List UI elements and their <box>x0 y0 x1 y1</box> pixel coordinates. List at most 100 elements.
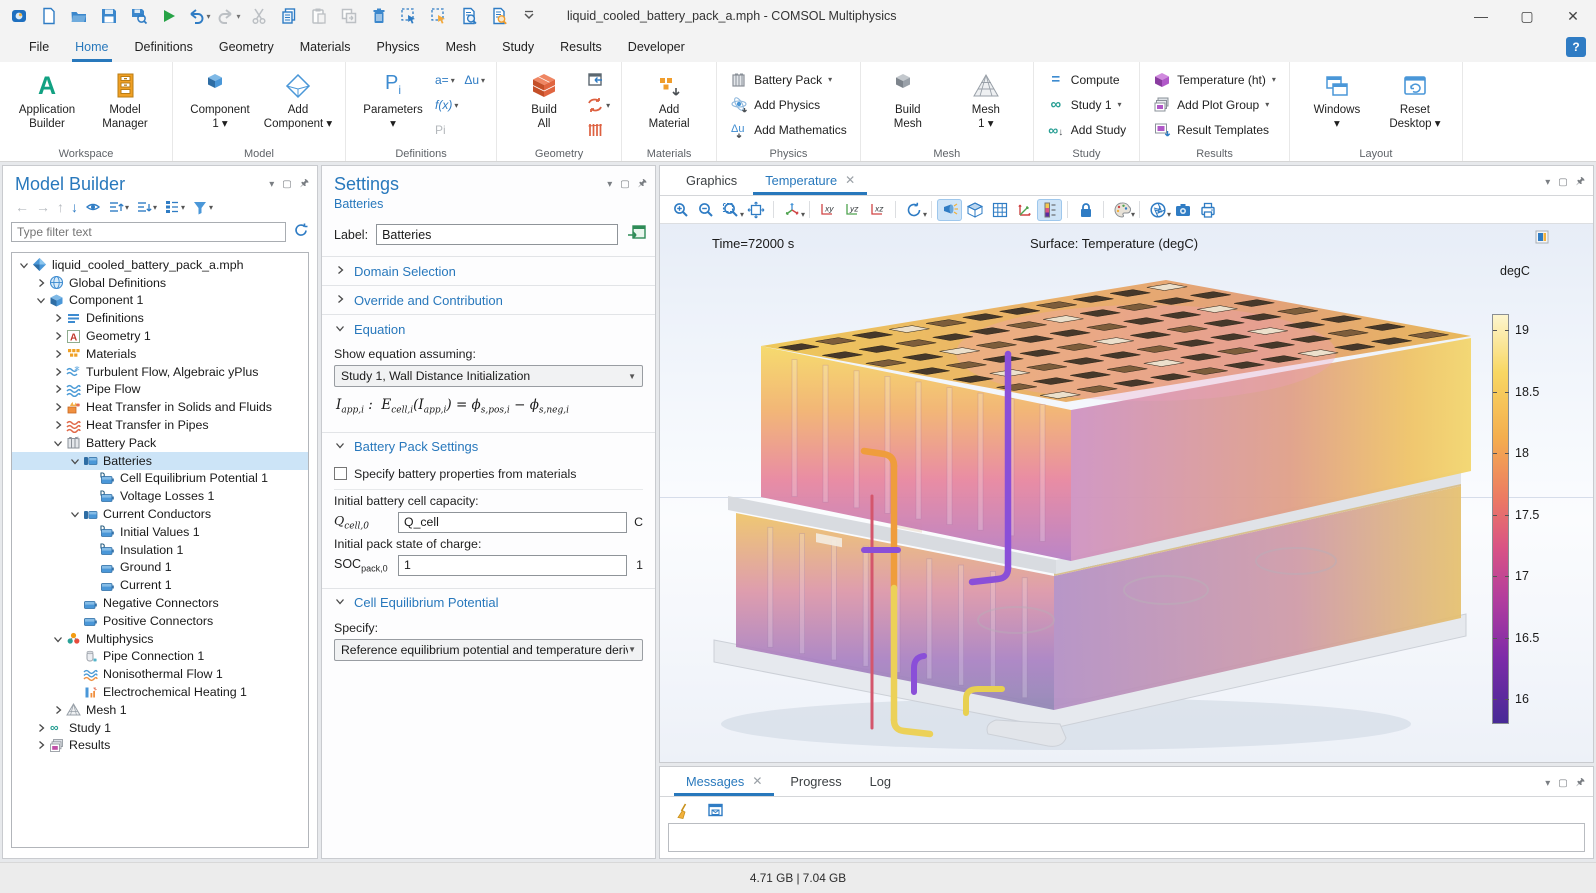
zoom-out-button[interactable] <box>693 199 718 221</box>
menu-tab-developer[interactable]: Developer <box>615 32 698 62</box>
tree-chevron-icon[interactable] <box>50 312 65 324</box>
section-header[interactable]: Override and Contribution <box>322 286 655 314</box>
rename-icon[interactable] <box>626 223 647 246</box>
qat-duplicate-icon[interactable] <box>336 3 362 29</box>
plot-corner-icon[interactable] <box>1535 230 1549 249</box>
tree-node-voltage-losses-1[interactable]: DVoltage Losses 1 <box>12 487 308 505</box>
menu-tab-home[interactable]: Home <box>62 32 121 62</box>
transparency-button[interactable] <box>962 199 987 221</box>
tree-node-electrochemical-heating-1[interactable]: Electrochemical Heating 1 <box>12 683 308 701</box>
view-yz-button[interactable]: yz <box>840 199 865 221</box>
tree-chevron-icon[interactable] <box>50 401 65 413</box>
panel-menu-icon[interactable]: ▾ <box>1545 177 1550 188</box>
zoom-in-button[interactable] <box>668 199 693 221</box>
tree-chevron-icon[interactable] <box>50 437 65 449</box>
panel-pin-icon[interactable]: 🖈 <box>1576 775 1585 792</box>
menu-tab-results[interactable]: Results <box>547 32 615 62</box>
ribbon-add-mathematics-button[interactable]: ΔuAdd Mathematics <box>725 117 852 142</box>
panel-pin-icon[interactable]: 🖈 <box>638 176 647 193</box>
tree-node-ground-1[interactable]: Ground 1 <box>12 559 308 577</box>
qat-open-folder-icon[interactable] <box>66 3 92 29</box>
panel-pin-icon[interactable]: 🖈 <box>1576 174 1585 191</box>
arrow-down-button[interactable]: ↓ <box>71 199 78 215</box>
plot-area[interactable]: Time=72000 s Surface: Temperature (degC)… <box>660 224 1593 762</box>
qat-cut-icon[interactable] <box>246 3 272 29</box>
tree-chevron-icon[interactable] <box>50 330 65 342</box>
close-tab-icon[interactable]: ✕ <box>752 774 762 788</box>
Δu-button[interactable]: Δu▾ <box>461 69 488 91</box>
ribbon-build-mesh-button[interactable]: BuildMesh <box>869 67 947 133</box>
ribbon-reset-desktop-button[interactable]: ResetDesktop ▾ <box>1376 67 1454 133</box>
ribbon-add-component-button[interactable]: AddComponent ▾ <box>259 67 337 133</box>
close-tab-icon[interactable]: ✕ <box>845 173 855 187</box>
collapse-all-button[interactable]: ▾ <box>108 200 129 214</box>
specify-from-materials-checkbox[interactable] <box>334 467 347 480</box>
capacity-input[interactable] <box>398 512 627 533</box>
tree-node-heat-transfer-in-pipes[interactable]: Heat Transfer in Pipes <box>12 416 308 434</box>
view-xz-button[interactable]: xz <box>865 199 890 221</box>
color-legend-button[interactable] <box>1037 199 1062 221</box>
tree-node-mesh-1[interactable]: Mesh 1 <box>12 701 308 719</box>
panel-float-icon[interactable]: ▢ <box>620 179 629 190</box>
msg-window-button[interactable] <box>703 799 728 821</box>
panel-menu-icon[interactable]: ▾ <box>1545 778 1550 789</box>
ribbon-add-plot-group-button[interactable]: Add Plot Group▾ <box>1148 92 1281 117</box>
tree-node-current-conductors[interactable]: Current Conductors <box>12 505 308 523</box>
qat-find-icon[interactable] <box>456 3 482 29</box>
qat-save-find-icon[interactable] <box>126 3 152 29</box>
qat-new-file-icon[interactable] <box>36 3 62 29</box>
refresh-icon[interactable] <box>292 221 309 243</box>
tree-node-pipe-flow[interactable]: Pipe Flow <box>12 381 308 399</box>
tree-filter-input[interactable] <box>11 222 286 242</box>
ribbon-add-study-button[interactable]: ∞↓Add Study <box>1042 117 1131 142</box>
grid-button[interactable] <box>987 199 1012 221</box>
fence-button[interactable] <box>583 119 613 141</box>
tree-node-initial-values-1[interactable]: DInitial Values 1 <box>12 523 308 541</box>
battery-pack-settings-header[interactable]: Battery Pack Settings <box>322 433 655 461</box>
tree-chevron-icon[interactable] <box>67 455 82 467</box>
axis-orientation-button[interactable] <box>1012 199 1037 221</box>
panel-float-icon[interactable]: ▢ <box>1558 778 1567 789</box>
environment-button[interactable]: ▾ <box>1145 199 1170 221</box>
qat-deselect-frame-icon[interactable] <box>426 3 452 29</box>
specify-select[interactable]: Reference equilibrium potential and temp… <box>334 639 643 661</box>
tree-node-insulation-1[interactable]: DInsulation 1 <box>12 541 308 559</box>
show-eye-button[interactable] <box>85 199 101 215</box>
messages-output[interactable] <box>668 823 1585 852</box>
print-button[interactable] <box>1195 199 1220 221</box>
tree-chevron-icon[interactable] <box>33 722 48 734</box>
ribbon-result-templates-button[interactable]: Result Templates <box>1148 117 1281 142</box>
ribbon-add-material-button[interactable]: AddMaterial <box>630 67 708 133</box>
lock-button[interactable] <box>1073 199 1098 221</box>
cell-equilibrium-header[interactable]: Cell Equilibrium Potential <box>322 589 655 617</box>
qat-save-icon[interactable] <box>96 3 122 29</box>
import-button[interactable] <box>583 69 613 91</box>
tree-chevron-icon[interactable] <box>50 366 65 378</box>
messages-tab-progress[interactable]: Progress <box>776 766 855 796</box>
view-xy-button[interactable]: xy <box>815 199 840 221</box>
tree-node-positive-connectors[interactable]: Positive Connectors <box>12 612 308 630</box>
tree-chevron-icon[interactable] <box>33 739 48 751</box>
tree-node-liquid-cooled-battery-pack-a-mph[interactable]: liquid_cooled_battery_pack_a.mph <box>12 256 308 274</box>
ribbon-mesh-1-button[interactable]: Mesh1 ▾ <box>947 67 1025 133</box>
ribbon-study-1-button[interactable]: ∞Study 1▾ <box>1042 92 1131 117</box>
a=-button[interactable]: a=▾ <box>432 69 461 91</box>
tree-node-global-definitions[interactable]: Global Definitions <box>12 274 308 292</box>
menu-tab-definitions[interactable]: Definitions <box>122 32 206 62</box>
menu-tab-geometry[interactable]: Geometry <box>206 32 287 62</box>
graphics-tab-graphics[interactable]: Graphics <box>672 165 751 195</box>
qat-undo-icon[interactable]: ▾ <box>186 3 212 29</box>
tree-chevron-icon[interactable] <box>50 633 65 645</box>
section-header[interactable]: Domain Selection <box>322 257 655 285</box>
ribbon-model-manager-button[interactable]: ModelManager <box>86 67 164 133</box>
equation-study-select[interactable]: Study 1, Wall Distance Initialization▼ <box>334 365 643 387</box>
tree-node-component-1[interactable]: Component 1 <box>12 292 308 310</box>
qat-app-icon[interactable] <box>6 3 32 29</box>
tree-chevron-icon[interactable] <box>50 419 65 431</box>
qat-copy-icon[interactable] <box>276 3 302 29</box>
zoom-extents-button[interactable] <box>743 199 768 221</box>
menu-tab-materials[interactable]: Materials <box>287 32 364 62</box>
tree-node-negative-connectors[interactable]: Negative Connectors <box>12 594 308 612</box>
tree-node-battery-pack[interactable]: Battery Pack <box>12 434 308 452</box>
ribbon-parameters-button[interactable]: PiParameters ▾ <box>354 67 432 133</box>
